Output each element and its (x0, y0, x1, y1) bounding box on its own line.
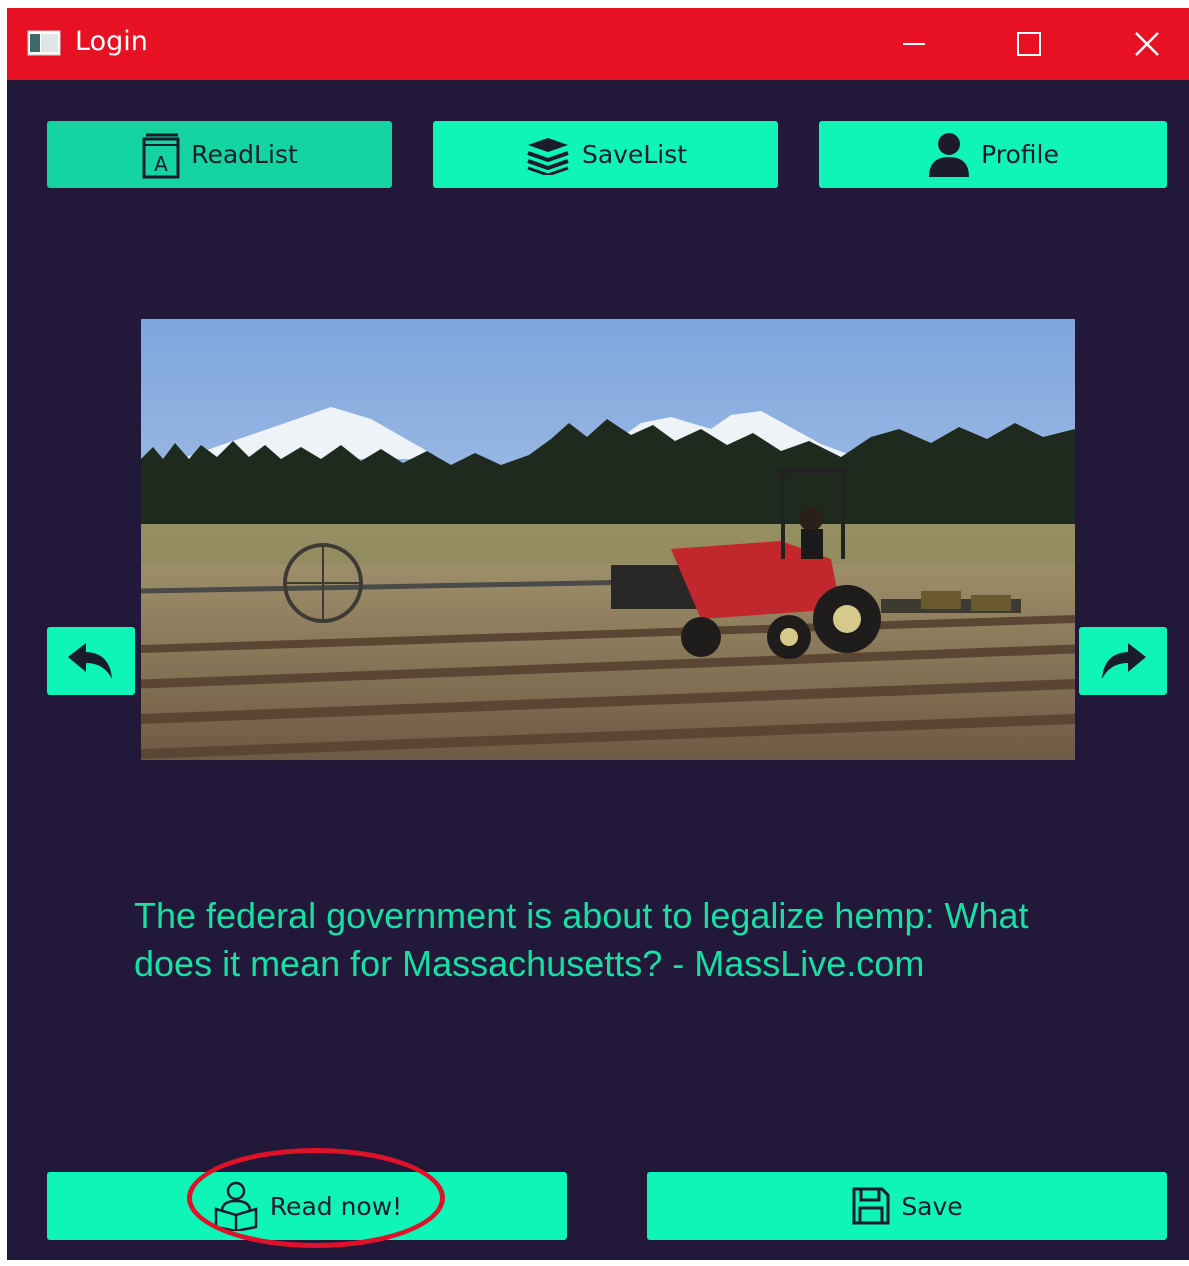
maximize-icon (1017, 32, 1041, 56)
readlist-label: ReadList (191, 140, 298, 169)
savelist-label: SaveList (581, 140, 688, 169)
book-a-icon: A (142, 133, 180, 178)
article-image (141, 319, 1075, 760)
maximize-button[interactable] (1001, 18, 1057, 70)
close-icon (1135, 32, 1159, 56)
profile-label: Profile (981, 140, 1059, 169)
app-window: Login A ReadList SaveList Profile The fe… (7, 8, 1189, 1260)
savelist-button[interactable]: SaveList (433, 121, 778, 188)
read-now-button[interactable]: Read now! (47, 1172, 567, 1240)
article-headline: The federal government is about to legal… (134, 895, 1029, 984)
floppy-disk-icon (852, 1187, 890, 1225)
profile-button[interactable]: Profile (819, 121, 1167, 188)
save-label: Save (901, 1191, 963, 1221)
svg-text:A: A (154, 152, 168, 176)
next-button[interactable] (1079, 627, 1167, 695)
farm-tractor-photo (141, 319, 1075, 760)
minimize-button[interactable] (886, 18, 942, 70)
user-icon (929, 132, 970, 177)
save-button[interactable]: Save (647, 1172, 1167, 1240)
app-icon (27, 30, 61, 56)
read-now-label: Read now! (269, 1191, 403, 1221)
reader-icon (214, 1181, 258, 1231)
readlist-button[interactable]: A ReadList (47, 121, 392, 188)
stack-icon (527, 137, 569, 175)
title-bar: Login (7, 8, 1189, 80)
previous-button[interactable] (47, 627, 135, 695)
arrow-forward-icon (1102, 643, 1146, 679)
close-button[interactable] (1119, 18, 1175, 70)
minimize-icon (903, 43, 925, 45)
window-title: Login (75, 26, 148, 57)
arrow-back-icon (68, 643, 112, 679)
